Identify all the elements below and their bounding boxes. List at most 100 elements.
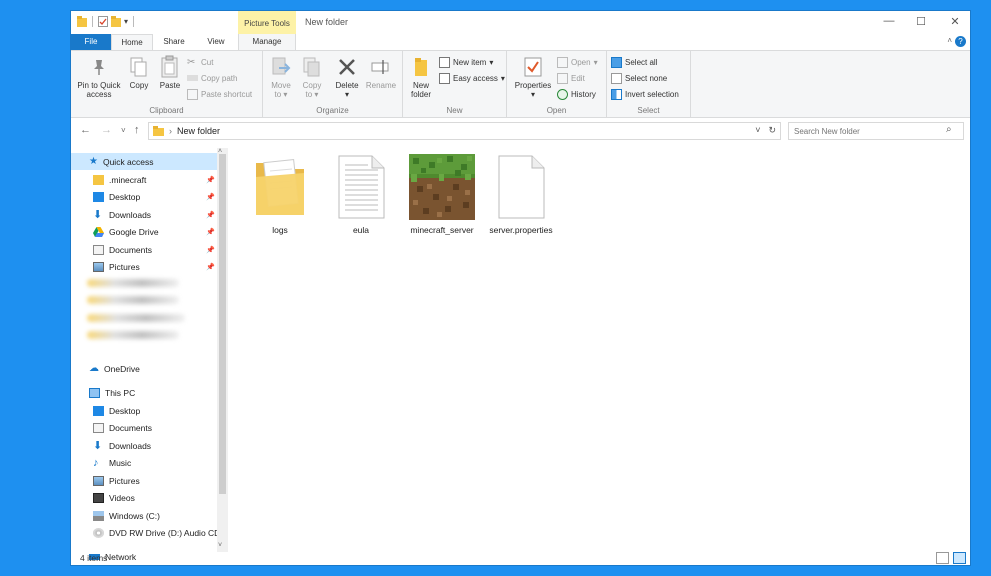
sidebar-item-minecraft[interactable]: .minecraft 📌 bbox=[71, 171, 217, 188]
pin-icon: 📌 bbox=[206, 176, 215, 184]
file-item[interactable]: server.properties bbox=[482, 153, 560, 235]
new-group-label: New bbox=[446, 106, 463, 115]
tab-view[interactable]: View bbox=[197, 34, 235, 50]
customize-toolbar-icon[interactable]: ▾ bbox=[124, 17, 128, 26]
address-bar[interactable]: › New folder ˅ ↻ bbox=[148, 122, 781, 140]
paste-button[interactable]: Paste bbox=[155, 55, 185, 90]
google-drive-icon bbox=[93, 226, 104, 237]
pin-to-quick-access-button[interactable]: Pin to Quick access bbox=[74, 55, 124, 99]
toolbar-separator bbox=[133, 16, 135, 27]
move-to-button[interactable]: Move to ▾ bbox=[267, 55, 295, 99]
file-item[interactable]: logs bbox=[241, 153, 319, 235]
open-group: Properties ▾ Open ▾ Edit History Open bbox=[507, 51, 607, 117]
window-title: New folder bbox=[305, 17, 349, 27]
sidebar-item-documents[interactable]: Documents 📌 bbox=[71, 241, 217, 258]
tab-manage[interactable]: Manage bbox=[238, 34, 296, 50]
copy-icon bbox=[130, 57, 147, 77]
tab-home[interactable]: Home bbox=[111, 34, 153, 51]
back-arrow-icon[interactable]: ← bbox=[80, 124, 91, 136]
copy-to-icon bbox=[303, 57, 320, 77]
clipboard-group: Pin to Quick access Copy Paste ✂ Cut Copy… bbox=[71, 51, 263, 117]
open-group-label: Open bbox=[546, 106, 567, 115]
history-icon bbox=[557, 88, 568, 100]
large-icons-view-icon[interactable] bbox=[953, 552, 966, 564]
computer-icon bbox=[89, 387, 100, 398]
refresh-icon[interactable]: ↻ bbox=[768, 125, 776, 136]
blank-document-icon bbox=[498, 155, 545, 219]
edit-button[interactable]: Edit bbox=[557, 71, 585, 85]
search-icon[interactable]: ⌕ bbox=[946, 124, 952, 135]
select-group: Select all Select none Invert selection … bbox=[607, 51, 691, 117]
documents-icon bbox=[93, 244, 104, 255]
file-name: server.properties bbox=[489, 225, 553, 235]
new-folder-icon[interactable] bbox=[111, 16, 121, 27]
address-dropdown-icon[interactable]: ˅ bbox=[755, 125, 760, 136]
scrollbar-thumb[interactable] bbox=[219, 154, 226, 494]
recent-locations-icon[interactable]: ˅ bbox=[121, 126, 126, 135]
navigation-scrollbar[interactable]: ˄ ˅ bbox=[217, 148, 228, 552]
breadcrumb-current-folder[interactable]: New folder bbox=[177, 126, 220, 136]
open-button[interactable]: Open ▾ bbox=[557, 55, 598, 69]
sidebar-item-this-pc[interactable]: This PC bbox=[71, 384, 217, 401]
star-icon: ★ bbox=[89, 156, 98, 167]
copy-path-button[interactable]: Copy path bbox=[187, 71, 237, 85]
minimize-button[interactable]: — bbox=[879, 15, 899, 27]
search-input[interactable] bbox=[788, 122, 964, 140]
sidebar-item-pictures[interactable]: Pictures 📌 bbox=[71, 258, 217, 275]
select-none-button[interactable]: Select none bbox=[611, 71, 667, 85]
file-item[interactable]: minecraft_server bbox=[403, 153, 481, 235]
organize-group-label: Organize bbox=[316, 106, 349, 115]
up-arrow-icon[interactable]: ↑ bbox=[134, 124, 140, 136]
tab-share[interactable]: Share bbox=[155, 34, 193, 50]
download-arrow-icon: ⬇ bbox=[93, 209, 103, 221]
copy-button[interactable]: Copy bbox=[126, 55, 152, 90]
select-all-button[interactable]: Select all bbox=[611, 55, 657, 69]
properties-button[interactable]: Properties ▾ bbox=[511, 55, 555, 99]
organize-group: Move to ▾ Copy to ▾ Delete ▾ Rename Orga… bbox=[263, 51, 403, 117]
sidebar-item-downloads[interactable]: ⬇ Downloads 📌 bbox=[71, 206, 217, 223]
pictures-icon bbox=[93, 261, 104, 272]
sidebar-item-pc-documents[interactable]: Documents bbox=[71, 419, 217, 436]
copy-to-button[interactable]: Copy to ▾ bbox=[298, 55, 326, 99]
forward-arrow-icon[interactable]: → bbox=[101, 124, 112, 136]
sidebar-item-pc-desktop[interactable]: Desktop bbox=[71, 402, 217, 419]
breadcrumb-separator-icon: › bbox=[169, 126, 172, 136]
status-bar: 4 items bbox=[71, 552, 970, 565]
sidebar-item-pc-pictures[interactable]: Pictures bbox=[71, 472, 217, 489]
download-arrow-icon: ⬇ bbox=[93, 440, 103, 452]
sidebar-item-onedrive[interactable]: ☁ OneDrive bbox=[71, 360, 217, 377]
navigation-pane: ★ Quick access .minecraft 📌 Desktop 📌 ⬇ Do… bbox=[71, 148, 229, 562]
sidebar-item-pc-downloads[interactable]: ⬇ Downloads bbox=[71, 437, 217, 454]
sidebar-item-quick-access[interactable]: ★ Quick access bbox=[71, 153, 217, 170]
folder-icon bbox=[256, 159, 304, 215]
cut-button[interactable]: ✂ Cut bbox=[187, 55, 213, 69]
redacted-item bbox=[87, 279, 179, 287]
tab-file[interactable]: File bbox=[71, 34, 111, 50]
rename-button[interactable]: Rename bbox=[364, 55, 398, 90]
sidebar-item-google-drive[interactable]: Google Drive 📌 bbox=[71, 223, 217, 240]
sidebar-item-music[interactable]: ♪ Music bbox=[71, 454, 217, 471]
collapse-ribbon-icon[interactable]: ˄ bbox=[947, 36, 952, 45]
invert-selection-button[interactable]: Invert selection bbox=[611, 87, 679, 101]
help-icon[interactable]: ? bbox=[955, 36, 966, 47]
documents-icon bbox=[93, 422, 104, 433]
new-folder-button[interactable]: New folder bbox=[406, 55, 436, 99]
properties-icon[interactable] bbox=[98, 16, 108, 27]
details-view-icon[interactable] bbox=[936, 552, 949, 564]
sidebar-item-videos[interactable]: Videos bbox=[71, 489, 217, 506]
easy-access-button[interactable]: Easy access ▾ bbox=[439, 71, 505, 85]
paste-shortcut-button[interactable]: Paste shortcut bbox=[187, 87, 252, 101]
sidebar-item-desktop[interactable]: Desktop 📌 bbox=[71, 188, 217, 205]
sidebar-item-dvd-drive[interactable]: DVD RW Drive (D:) Audio CD bbox=[71, 524, 217, 541]
new-item-button[interactable]: New item ▾ bbox=[439, 55, 493, 69]
scroll-down-icon[interactable]: ˅ bbox=[218, 542, 222, 549]
file-name: logs bbox=[272, 225, 288, 235]
rename-icon bbox=[371, 60, 389, 74]
sidebar-item-windows-c[interactable]: Windows (C:) bbox=[71, 507, 217, 524]
close-button[interactable]: ✕ bbox=[945, 15, 965, 28]
delete-button[interactable]: Delete ▾ bbox=[331, 55, 363, 99]
maximize-button[interactable]: ☐ bbox=[911, 15, 931, 28]
file-item[interactable]: eula bbox=[322, 153, 400, 235]
delete-x-icon bbox=[339, 59, 355, 75]
history-button[interactable]: History bbox=[557, 87, 596, 101]
